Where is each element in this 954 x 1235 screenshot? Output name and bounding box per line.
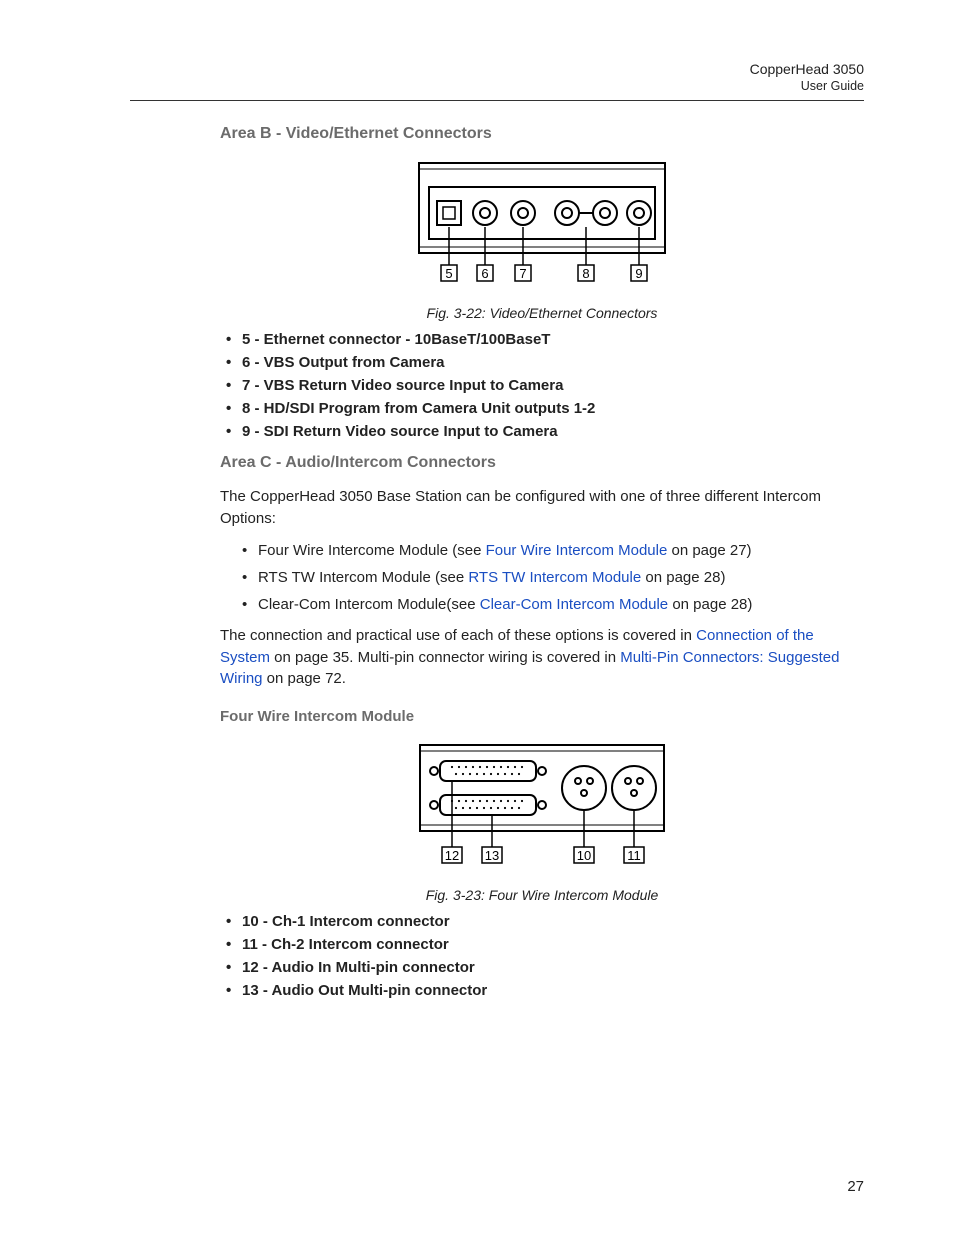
area-c-options: Four Wire Intercome Module (see Four Wir…: [240, 540, 864, 615]
fig23-label-12: 12: [445, 848, 459, 863]
header-doc: User Guide: [130, 78, 864, 94]
link-clear-com[interactable]: Clear-Com Intercom Module: [480, 596, 668, 613]
list-item: 6 - VBS Output from Camera: [220, 354, 864, 371]
fig22-label-6: 6: [481, 266, 488, 281]
fig22-label-5: 5: [445, 266, 452, 281]
page-header: CopperHead 3050 User Guide: [130, 60, 864, 94]
page: CopperHead 3050 User Guide Area B - Vide…: [0, 0, 954, 1235]
content-column: Area B - Video/Ethernet Connectors: [220, 125, 864, 999]
figure-3-22: 5 6 7 8 9: [220, 157, 864, 297]
list-item: 11 - Ch-2 Intercom connector: [220, 936, 864, 953]
fig22-label-9: 9: [635, 266, 642, 281]
figure-3-23: 12 13 10 11: [220, 739, 864, 879]
link-rts-tw[interactable]: RTS TW Intercom Module: [468, 569, 641, 586]
four-wire-list: 10 - Ch-1 Intercom connector 11 - Ch-2 I…: [220, 913, 864, 999]
list-item: 8 - HD/SDI Program from Camera Unit outp…: [220, 400, 864, 417]
fig22-label-7: 7: [519, 266, 526, 281]
page-number: 27: [847, 1178, 864, 1195]
list-item: RTS TW Intercom Module (see RTS TW Inter…: [240, 567, 864, 588]
list-item: 5 - Ethernet connector - 10BaseT/100Base…: [220, 331, 864, 348]
list-item: Clear-Com Intercom Module(see Clear-Com …: [240, 594, 864, 615]
heading-area-b: Area B - Video/Ethernet Connectors: [220, 125, 864, 143]
fig-3-22-svg: 5 6 7 8 9: [407, 157, 677, 297]
list-item: 12 - Audio In Multi-pin connector: [220, 959, 864, 976]
area-c-para2: The connection and practical use of each…: [220, 625, 864, 690]
header-product: CopperHead 3050: [130, 60, 864, 78]
link-four-wire[interactable]: Four Wire Intercom Module: [486, 542, 668, 559]
heading-area-c: Area C - Audio/Intercom Connectors: [220, 454, 864, 472]
fig23-label-10: 10: [577, 848, 591, 863]
fig22-label-8: 8: [582, 266, 589, 281]
header-rule: [130, 100, 864, 101]
fig-3-23-caption: Fig. 3-23: Four Wire Intercom Module: [220, 887, 864, 903]
fig-3-22-caption: Fig. 3-22: Video/Ethernet Connectors: [220, 305, 864, 321]
heading-four-wire: Four Wire Intercom Module: [220, 708, 864, 725]
area-b-list: 5 - Ethernet connector - 10BaseT/100Base…: [220, 331, 864, 440]
list-item: 7 - VBS Return Video source Input to Cam…: [220, 377, 864, 394]
list-item: 13 - Audio Out Multi-pin connector: [220, 982, 864, 999]
area-c-intro: The CopperHead 3050 Base Station can be …: [220, 486, 864, 530]
fig23-label-13: 13: [485, 848, 499, 863]
list-item: Four Wire Intercome Module (see Four Wir…: [240, 540, 864, 561]
fig23-label-11: 11: [627, 848, 641, 863]
fig-3-23-svg: 12 13 10 11: [412, 739, 672, 879]
list-item: 9 - SDI Return Video source Input to Cam…: [220, 423, 864, 440]
list-item: 10 - Ch-1 Intercom connector: [220, 913, 864, 930]
